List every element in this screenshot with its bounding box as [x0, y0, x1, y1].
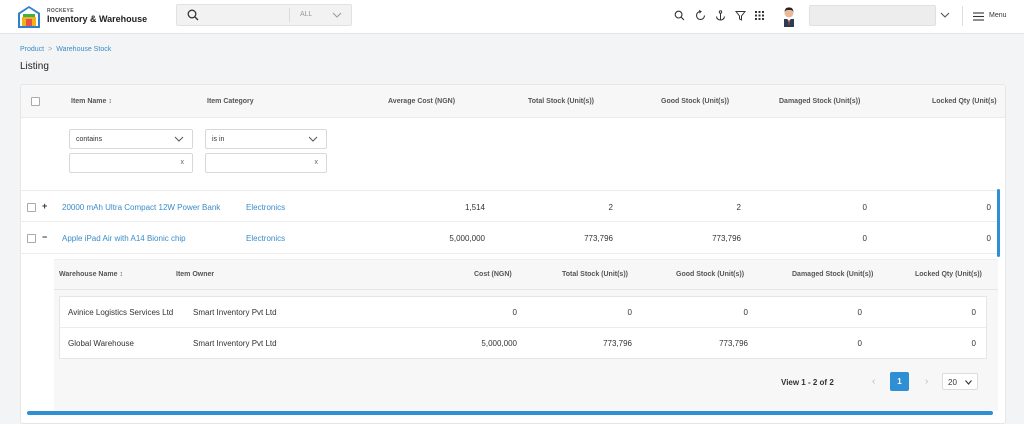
column-item-name[interactable]: Item Name ↕: [71, 98, 112, 105]
column-good-stock[interactable]: Good Stock (Unit(s)): [676, 271, 744, 278]
stock-listing-table: Item Name ↕ Item Category Average Cost (…: [20, 84, 1006, 424]
warehouse-name-link[interactable]: Global Warehouse: [68, 339, 134, 348]
subtable-header: Warehouse Name ↕ Item Owner Cost (NGN) T…: [54, 260, 998, 290]
chevron-down-icon[interactable]: [332, 11, 342, 19]
cost-value: 0: [512, 308, 517, 317]
good-stock-value: 773,796: [712, 234, 741, 243]
cost-value: 5,000,000: [481, 339, 517, 348]
global-search: ALL: [176, 4, 352, 26]
total-stock-value: 773,796: [584, 234, 613, 243]
locked-qty-value: 0: [986, 203, 991, 212]
account-switcher[interactable]: [809, 5, 936, 26]
damaged-stock-value: 0: [862, 234, 867, 243]
item-name-filter-operator[interactable]: contains: [69, 129, 193, 149]
funnel-icon[interactable]: [735, 10, 746, 21]
apps-grid-icon[interactable]: [754, 10, 765, 21]
row-checkbox[interactable]: [27, 234, 36, 243]
good-stock-value: 2: [736, 203, 741, 212]
chevron-down-icon[interactable]: [940, 12, 950, 19]
item-name-link[interactable]: 20000 mAh Ultra Compact 12W Power Bank: [62, 203, 220, 212]
collapse-row-button[interactable]: −: [42, 232, 47, 242]
breadcrumb-product[interactable]: Product: [20, 46, 44, 53]
damaged-stock-value: 0: [862, 203, 867, 212]
user-avatar[interactable]: [779, 5, 799, 27]
sort-icon[interactable]: ↕: [108, 98, 112, 105]
column-cost[interactable]: Cost (NGN): [474, 271, 512, 278]
warehouse-breakdown-panel: Warehouse Name ↕ Item Owner Cost (NGN) T…: [54, 259, 998, 411]
top-bar: ROCKEYE Inventory & Warehouse ALL Menu: [0, 0, 1024, 34]
locked-qty-value: 0: [986, 234, 991, 243]
search-icon[interactable]: [674, 10, 685, 21]
warehouse-name-link[interactable]: Avinice Logistics Services Ltd: [68, 308, 173, 317]
clear-filter-button[interactable]: x: [181, 159, 185, 166]
table-row[interactable]: + 20000 mAh Ultra Compact 12W Power Bank…: [21, 190, 997, 222]
subtable-body: Avinice Logistics Services Ltd Smart Inv…: [59, 296, 987, 359]
locked-qty-value: 0: [971, 339, 976, 348]
brand-name[interactable]: Inventory & Warehouse: [47, 14, 147, 24]
page-button-1[interactable]: 1: [890, 372, 909, 391]
menu-button[interactable]: Menu: [989, 12, 1007, 19]
damaged-stock-value: 0: [857, 308, 862, 317]
next-page-button[interactable]: ›: [925, 376, 928, 387]
column-total-stock[interactable]: Total Stock (Unit(s)): [562, 271, 628, 278]
item-owner-link[interactable]: Smart Inventory Pvt Ltd: [193, 339, 277, 348]
table-row[interactable]: − Apple iPad Air with A14 Bionic chip El…: [21, 222, 997, 254]
column-warehouse-name[interactable]: Warehouse Name ↕: [59, 271, 123, 278]
search-icon: [187, 9, 199, 21]
column-locked-qty[interactable]: Locked Qty (Unit(s): [932, 98, 997, 105]
total-stock-value: 773,796: [603, 339, 632, 348]
item-category-link[interactable]: Electronics: [246, 234, 285, 243]
breadcrumb: Product > Warehouse Stock: [20, 46, 111, 53]
item-category-filter-input[interactable]: x: [205, 153, 327, 173]
average-cost-value: 5,000,000: [449, 234, 485, 243]
search-scope-select[interactable]: ALL: [300, 11, 312, 18]
topbar-divider: [962, 6, 963, 26]
table-header: Item Name ↕ Item Category Average Cost (…: [21, 85, 1005, 118]
page-size-select[interactable]: 20: [942, 373, 978, 390]
subtable-row[interactable]: Avinice Logistics Services Ltd Smart Inv…: [60, 297, 986, 328]
expand-row-button[interactable]: +: [42, 201, 47, 211]
item-name-filter-input[interactable]: x: [69, 153, 193, 173]
column-item-category[interactable]: Item Category: [207, 98, 254, 105]
total-stock-value: 2: [608, 203, 613, 212]
search-divider: [289, 8, 290, 22]
item-owner-link[interactable]: Smart Inventory Pvt Ltd: [193, 308, 277, 317]
column-total-stock[interactable]: Total Stock (Unit(s)): [528, 98, 594, 105]
previous-page-button[interactable]: ‹: [872, 376, 875, 387]
average-cost-value: 1,514: [464, 203, 485, 212]
column-average-cost[interactable]: Average Cost (NGN): [388, 98, 455, 105]
column-locked-qty[interactable]: Locked Qty (Unit(s)): [915, 271, 982, 278]
item-category-link[interactable]: Electronics: [246, 203, 285, 212]
chevron-down-icon: [174, 136, 184, 142]
select-all-checkbox[interactable]: [31, 97, 40, 106]
search-input[interactable]: [205, 8, 285, 22]
warehouse-logo-icon[interactable]: [17, 5, 41, 29]
clear-filter-button[interactable]: x: [315, 159, 319, 166]
hamburger-menu-icon[interactable]: [973, 12, 984, 21]
anchor-icon[interactable]: [715, 10, 726, 21]
chevron-down-icon: [965, 380, 972, 385]
item-name-link[interactable]: Apple iPad Air with A14 Bionic chip: [62, 234, 186, 243]
row-checkbox[interactable]: [27, 203, 36, 212]
column-damaged-stock[interactable]: Damaged Stock (Unit(s)): [779, 98, 860, 105]
sort-icon[interactable]: ↕: [119, 271, 123, 278]
good-stock-value: 0: [743, 308, 748, 317]
pagination-summary: View 1 - 2 of 2: [781, 378, 834, 387]
damaged-stock-value: 0: [857, 339, 862, 348]
column-damaged-stock[interactable]: Damaged Stock (Unit(s)): [792, 271, 873, 278]
breadcrumb-warehouse-stock[interactable]: Warehouse Stock: [56, 46, 111, 53]
refresh-icon[interactable]: [695, 10, 706, 21]
horizontal-scrollbar[interactable]: [27, 411, 993, 415]
vertical-scrollbar[interactable]: [997, 189, 1000, 257]
page-title: Listing: [20, 61, 49, 72]
good-stock-value: 773,796: [719, 339, 748, 348]
chevron-down-icon: [308, 136, 318, 142]
total-stock-value: 0: [627, 308, 632, 317]
column-item-owner[interactable]: Item Owner: [176, 271, 214, 278]
item-category-filter-operator[interactable]: is in: [205, 129, 327, 149]
locked-qty-value: 0: [971, 308, 976, 317]
subtable-row[interactable]: Global Warehouse Smart Inventory Pvt Ltd…: [60, 328, 986, 359]
breadcrumb-separator: >: [48, 46, 53, 53]
column-good-stock[interactable]: Good Stock (Unit(s)): [661, 98, 729, 105]
